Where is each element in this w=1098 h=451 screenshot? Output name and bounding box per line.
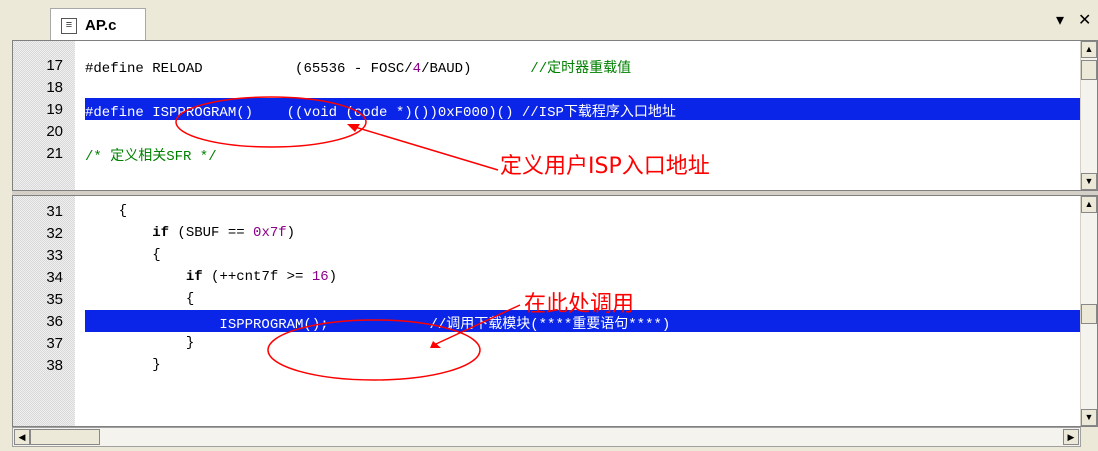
file-icon: ≡ — [61, 17, 77, 34]
vertical-scrollbar-bottom[interactable]: ▲ ▼ — [1080, 196, 1097, 426]
line-number: 17 — [46, 57, 63, 74]
code-text: { — [85, 291, 195, 307]
code-line[interactable]: 19 #define ISPPROGRAM() ((void (code *)()… — [46, 98, 1080, 121]
scroll-down-icon[interactable]: ▼ — [1081, 409, 1097, 426]
scroll-down-icon[interactable]: ▼ — [1081, 173, 1097, 190]
code-text: /* 定义相关SFR */ — [85, 149, 217, 165]
line-number: 33 — [46, 247, 63, 264]
code-line[interactable]: 17 #define RELOAD (65536 - FOSC/4/BAUD) /… — [46, 54, 1080, 77]
annotation-label-top: 定义用户ISP入口地址 — [500, 154, 710, 179]
line-number: 35 — [46, 291, 63, 308]
line-number: 34 — [46, 269, 63, 286]
close-icon[interactable]: ✕ — [1078, 10, 1091, 30]
scroll-up-icon[interactable]: ▲ — [1081, 41, 1097, 58]
annotation-label-bottom: 在此处调用 — [524, 292, 635, 317]
code-text: } — [85, 357, 161, 373]
line-number: 20 — [46, 123, 63, 140]
code-line[interactable]: 31 { — [46, 200, 1080, 222]
scroll-right-icon[interactable]: ▶ — [1063, 429, 1079, 445]
vertical-scrollbar-top[interactable]: ▲ ▼ — [1080, 41, 1097, 190]
code-line[interactable]: 20 — [46, 120, 1080, 142]
code-line[interactable]: 33 { — [46, 244, 1080, 266]
line-number: 38 — [46, 357, 63, 374]
scroll-up-icon[interactable]: ▲ — [1081, 196, 1097, 213]
scroll-thumb[interactable] — [1081, 60, 1097, 80]
scroll-thumb[interactable] — [30, 429, 100, 445]
file-tab-label: AP.c — [85, 17, 117, 34]
code-text: } — [85, 335, 195, 351]
line-number: 21 — [46, 145, 63, 162]
line-number: 37 — [46, 335, 63, 352]
file-tab[interactable]: ≡ AP.c — [50, 8, 146, 42]
line-number: 32 — [46, 225, 63, 242]
code-text: { — [85, 203, 128, 219]
editor-tab-strip: ≡ AP.c ▾ ✕ — [0, 0, 1098, 42]
scroll-left-icon[interactable]: ◀ — [14, 429, 30, 445]
scroll-thumb[interactable] — [1081, 304, 1097, 324]
line-number: 31 — [46, 203, 63, 220]
line-number: 18 — [46, 79, 63, 96]
code-line[interactable]: 38 } — [46, 354, 1080, 376]
horizontal-scrollbar[interactable]: ◀ ▶ — [12, 427, 1081, 447]
code-text: #define RELOAD (65536 - FOSC/4/BAUD) //定… — [85, 61, 632, 77]
code-line[interactable]: 37 } — [46, 332, 1080, 354]
code-line[interactable]: 32 if (SBUF == 0x7f) — [46, 222, 1080, 244]
code-text: #define ISPPROGRAM() ((void (code *)())0… — [85, 105, 676, 121]
code-line[interactable]: 18 — [46, 76, 1080, 98]
chevron-down-icon[interactable]: ▾ — [1056, 10, 1064, 30]
code-text: if (++cnt7f >= 16) — [185, 269, 338, 285]
code-line[interactable]: 34 if (++cnt7f >= 16) — [46, 266, 1080, 288]
code-text: if (SBUF == 0x7f) — [152, 225, 296, 241]
line-number: 36 — [46, 313, 63, 330]
code-text: { — [85, 247, 161, 263]
line-number: 19 — [46, 101, 63, 118]
